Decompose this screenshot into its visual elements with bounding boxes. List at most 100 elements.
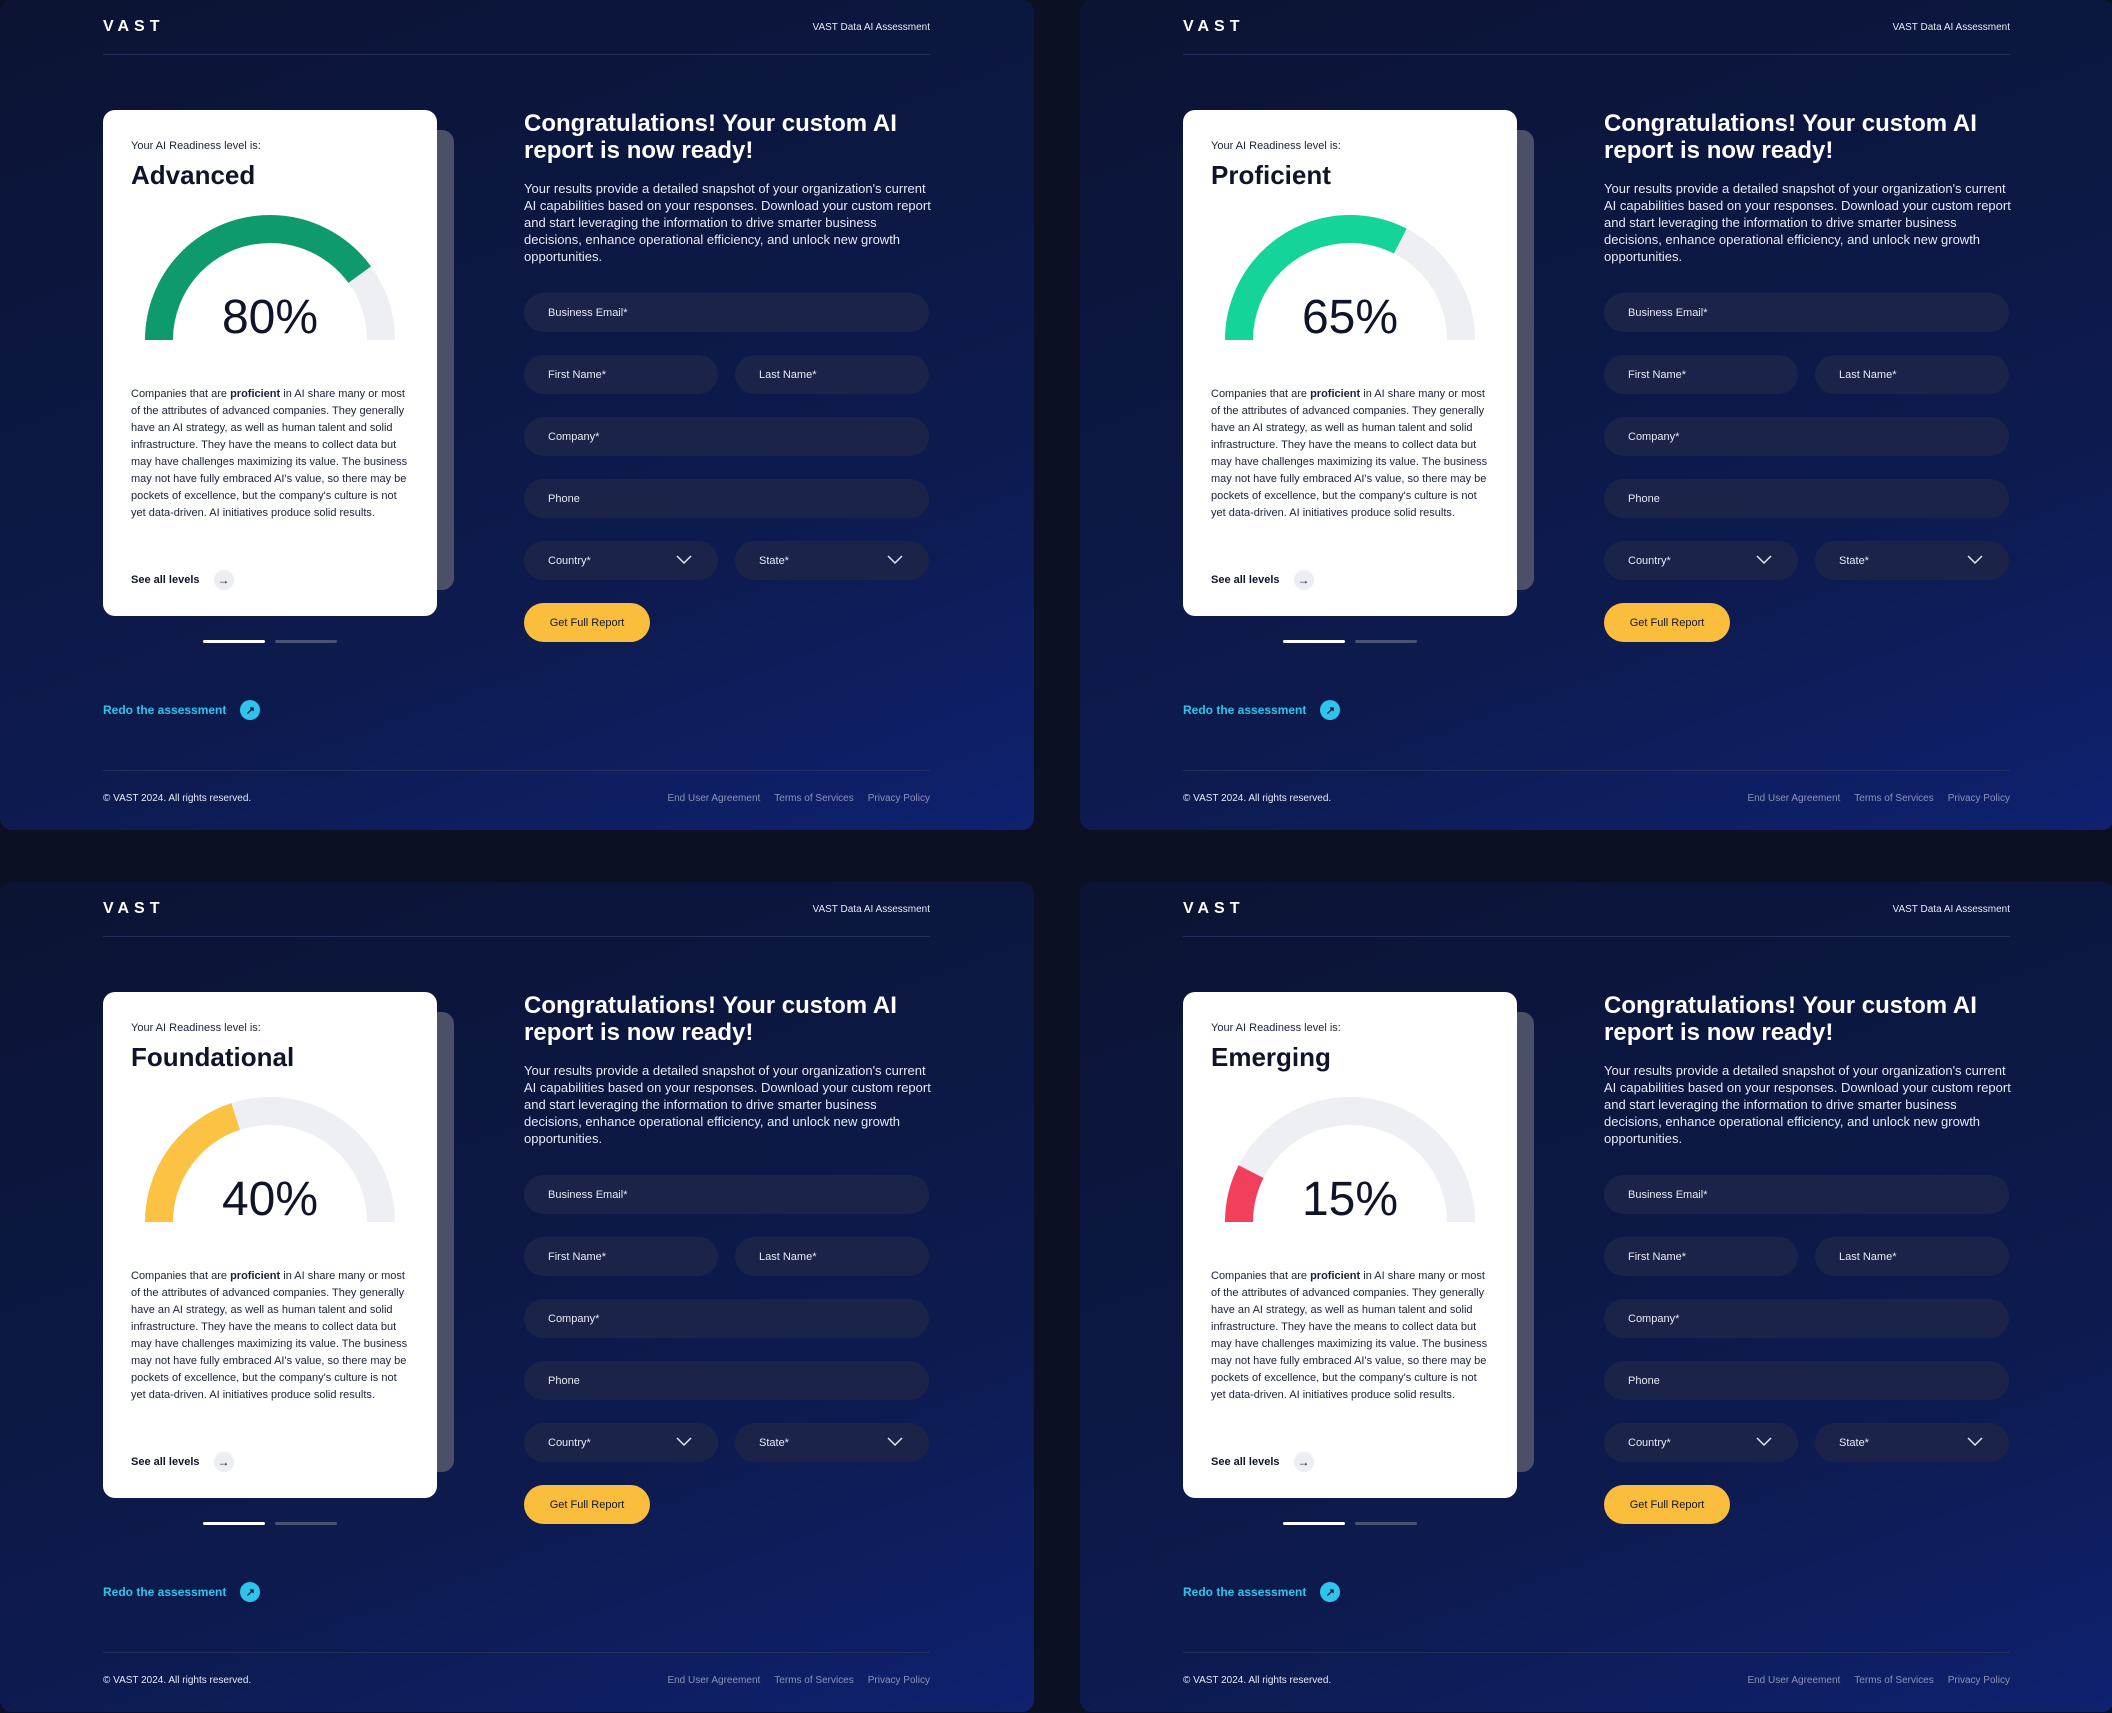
readiness-card: Your AI Readiness level is: Foundational… bbox=[103, 992, 437, 1498]
see-all-levels-link[interactable]: See all levels → bbox=[1211, 570, 1314, 590]
vast-logo[interactable]: VAST bbox=[1183, 900, 1244, 918]
see-all-levels-link[interactable]: See all levels → bbox=[131, 570, 234, 590]
arrow-up-right-icon: ↗ bbox=[240, 700, 261, 720]
footer-link-end-user-agreement[interactable]: End User Agreement bbox=[667, 1675, 760, 1686]
carousel-dot[interactable] bbox=[275, 1522, 337, 1525]
first-name-field[interactable] bbox=[1604, 355, 1798, 394]
country-select[interactable]: Country* bbox=[524, 1423, 718, 1462]
vast-logo[interactable]: VAST bbox=[1183, 18, 1244, 36]
see-all-levels-link[interactable]: See all levels → bbox=[1211, 1452, 1314, 1472]
carousel-dot-active[interactable] bbox=[1283, 640, 1345, 643]
state-select-label: State* bbox=[759, 1436, 789, 1449]
state-select-label: State* bbox=[1839, 1436, 1869, 1449]
readiness-percent: 40% bbox=[221, 1173, 319, 1226]
chevron-down-icon bbox=[887, 1437, 903, 1447]
redo-label: Redo the assessment bbox=[103, 1585, 227, 1599]
site-header: VAST VAST Data AI Assessment bbox=[103, 900, 930, 937]
footer-link-terms[interactable]: Terms of Services bbox=[774, 1675, 853, 1686]
first-name-field[interactable] bbox=[524, 355, 718, 394]
arrow-right-icon: → bbox=[1293, 1452, 1314, 1472]
company-field[interactable] bbox=[1604, 417, 2009, 456]
see-all-label: See all levels bbox=[1211, 574, 1280, 586]
redo-assessment-link[interactable]: Redo the assessment ↗ bbox=[103, 700, 261, 720]
page-headline: Congratulations! Your custom AI report i… bbox=[1604, 110, 1977, 164]
get-full-report-button[interactable]: Get Full Report bbox=[524, 1485, 650, 1524]
readiness-percent: 15% bbox=[1301, 1173, 1399, 1226]
get-full-report-button[interactable]: Get Full Report bbox=[1604, 1485, 1730, 1524]
business-email-field[interactable] bbox=[524, 293, 929, 332]
phone-field[interactable] bbox=[524, 1361, 929, 1400]
carousel-dot[interactable] bbox=[275, 640, 337, 643]
last-name-field[interactable] bbox=[735, 1237, 929, 1276]
country-select[interactable]: Country* bbox=[524, 541, 718, 580]
redo-label: Redo the assessment bbox=[1183, 1585, 1307, 1599]
vast-logo[interactable]: VAST bbox=[103, 900, 164, 918]
phone-field[interactable] bbox=[1604, 1361, 2009, 1400]
carousel-indicator bbox=[1283, 640, 1417, 643]
last-name-field[interactable] bbox=[1815, 355, 2009, 394]
business-email-field[interactable] bbox=[1604, 1175, 2009, 1214]
first-name-field[interactable] bbox=[524, 1237, 718, 1276]
footer-link-privacy[interactable]: Privacy Policy bbox=[868, 793, 930, 804]
footer-link-privacy[interactable]: Privacy Policy bbox=[1948, 793, 2010, 804]
copyright: © VAST 2024. All rights reserved. bbox=[1183, 1675, 1332, 1686]
footer-link-end-user-agreement[interactable]: End User Agreement bbox=[1747, 793, 1840, 804]
state-select[interactable]: State* bbox=[1815, 541, 2009, 580]
carousel-dot[interactable] bbox=[1355, 640, 1417, 643]
carousel-dot[interactable] bbox=[1355, 1522, 1417, 1525]
site-footer: © VAST 2024. All rights reserved. End Us… bbox=[103, 770, 930, 810]
company-field[interactable] bbox=[524, 417, 929, 456]
country-select-label: Country* bbox=[1628, 554, 1671, 567]
carousel-dot-active[interactable] bbox=[203, 1522, 265, 1525]
readiness-percent: 80% bbox=[221, 291, 319, 344]
vast-logo[interactable]: VAST bbox=[103, 18, 164, 36]
redo-assessment-link[interactable]: Redo the assessment ↗ bbox=[1183, 1582, 1341, 1602]
last-name-field[interactable] bbox=[1815, 1237, 2009, 1276]
emphasis-proficient: proficient bbox=[230, 1270, 281, 1282]
readiness-description: Companies that are proficient in AI shar… bbox=[131, 388, 408, 519]
header-title: VAST Data AI Assessment bbox=[1892, 22, 2010, 33]
site-footer: © VAST 2024. All rights reserved. End Us… bbox=[1183, 770, 2010, 810]
footer-link-end-user-agreement[interactable]: End User Agreement bbox=[667, 793, 760, 804]
first-name-field[interactable] bbox=[1604, 1237, 1798, 1276]
state-select[interactable]: State* bbox=[1815, 1423, 2009, 1462]
country-select[interactable]: Country* bbox=[1604, 1423, 1798, 1462]
footer-link-terms[interactable]: Terms of Services bbox=[1854, 793, 1933, 804]
redo-label: Redo the assessment bbox=[103, 703, 227, 717]
readiness-level: Advanced bbox=[131, 160, 256, 190]
country-select[interactable]: Country* bbox=[1604, 541, 1798, 580]
footer-link-terms[interactable]: Terms of Services bbox=[1854, 1675, 1933, 1686]
page-lede: Your results provide a detailed snapshot… bbox=[1604, 1063, 2011, 1146]
redo-assessment-link[interactable]: Redo the assessment ↗ bbox=[1183, 700, 1341, 720]
header-title: VAST Data AI Assessment bbox=[1892, 904, 2010, 915]
carousel-dot-active[interactable] bbox=[203, 640, 265, 643]
arrow-up-right-icon: ↗ bbox=[240, 1582, 261, 1602]
get-full-report-button[interactable]: Get Full Report bbox=[524, 603, 650, 642]
company-field[interactable] bbox=[1604, 1299, 2009, 1338]
company-field[interactable] bbox=[524, 1299, 929, 1338]
phone-field[interactable] bbox=[1604, 479, 2009, 518]
readiness-kicker: Your AI Readiness level is: bbox=[1211, 1022, 1341, 1034]
redo-assessment-link[interactable]: Redo the assessment ↗ bbox=[103, 1582, 261, 1602]
carousel-indicator bbox=[203, 1522, 337, 1525]
header-title: VAST Data AI Assessment bbox=[812, 904, 930, 915]
get-full-report-button[interactable]: Get Full Report bbox=[1604, 603, 1730, 642]
footer-link-privacy[interactable]: Privacy Policy bbox=[1948, 1675, 2010, 1686]
carousel-dot-active[interactable] bbox=[1283, 1522, 1345, 1525]
business-email-field[interactable] bbox=[524, 1175, 929, 1214]
footer-link-terms[interactable]: Terms of Services bbox=[774, 793, 853, 804]
footer-link-end-user-agreement[interactable]: End User Agreement bbox=[1747, 1675, 1840, 1686]
country-select-label: Country* bbox=[548, 1436, 591, 1449]
state-select[interactable]: State* bbox=[735, 541, 929, 580]
business-email-field[interactable] bbox=[1604, 293, 2009, 332]
readiness-description: Companies that are proficient in AI shar… bbox=[1211, 1270, 1488, 1401]
footer-links: End User Agreement Terms of Services Pri… bbox=[667, 793, 930, 804]
see-all-levels-link[interactable]: See all levels → bbox=[131, 1452, 234, 1472]
phone-field[interactable] bbox=[524, 479, 929, 518]
footer-link-privacy[interactable]: Privacy Policy bbox=[868, 1675, 930, 1686]
result-panel-foundational: VAST VAST Data AI Assessment Your AI Rea… bbox=[0, 882, 1034, 1712]
last-name-field[interactable] bbox=[735, 355, 929, 394]
page-headline: Congratulations! Your custom AI report i… bbox=[524, 992, 897, 1046]
copyright: © VAST 2024. All rights reserved. bbox=[103, 1675, 252, 1686]
state-select[interactable]: State* bbox=[735, 1423, 929, 1462]
